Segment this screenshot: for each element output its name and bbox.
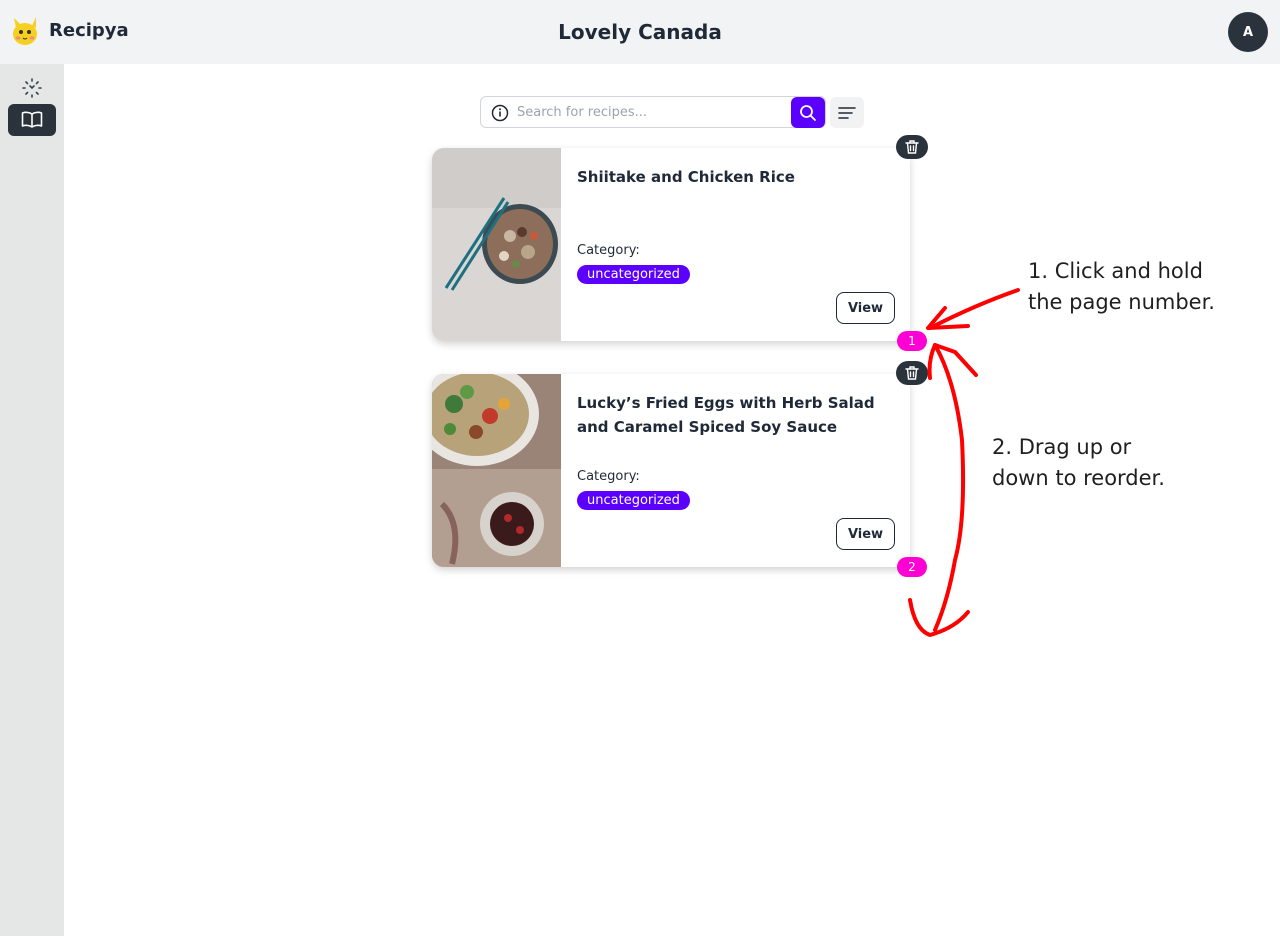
trash-icon	[905, 140, 919, 154]
category-label: Category:	[577, 469, 640, 484]
annotation-step2: 2. Drag up or down to reorder.	[992, 432, 1165, 494]
search-input[interactable]	[517, 101, 787, 123]
avatar-initial: A	[1242, 24, 1254, 40]
recipe-title[interactable]: Shiitake and Chicken Rice	[577, 165, 902, 189]
view-recipe-button[interactable]: View	[836, 518, 895, 550]
delete-recipe-button[interactable]	[896, 361, 928, 385]
sort-lines-icon	[838, 106, 856, 119]
recipe-image[interactable]	[432, 148, 561, 341]
annotation-step2-line2: down to reorder.	[992, 466, 1165, 490]
search-icon	[800, 104, 816, 121]
category-badge: uncategorized	[577, 265, 690, 284]
recipya-logo-icon[interactable]	[10, 14, 40, 48]
recipe-card: Lucky’s Fried Eggs with Herb Salad and C…	[432, 374, 910, 567]
view-button-label: View	[847, 300, 884, 316]
annotation-step1-line2: the page number.	[1028, 290, 1215, 314]
top-header: Recipya Lovely Canada A	[0, 0, 1280, 64]
category-badge: uncategorized	[577, 491, 690, 510]
page-number-value: 1	[908, 334, 916, 348]
sort-menu-button[interactable]	[830, 97, 864, 128]
arrow-head-bottom	[908, 598, 970, 637]
recipe-card: Shiitake and Chicken Rice Category: unca…	[432, 148, 910, 341]
info-icon[interactable]	[491, 104, 509, 122]
category-label: Category:	[577, 243, 640, 258]
recipe-title[interactable]: Lucky’s Fried Eggs with Herb Salad and C…	[577, 391, 902, 439]
page-number-value: 2	[908, 560, 916, 574]
arrow-head-top	[933, 343, 978, 377]
page-number-handle[interactable]: 2	[897, 557, 927, 577]
sidebar	[0, 64, 64, 936]
annotation-step1-line1: 1. Click and hold	[1028, 259, 1203, 283]
recipe-image[interactable]	[432, 374, 561, 567]
drag-curve	[927, 343, 966, 632]
search-button[interactable]	[791, 97, 825, 128]
trash-icon	[905, 366, 919, 380]
sidebar-item-recipes[interactable]	[8, 104, 56, 136]
annotation-step2-line1: 2. Drag up or	[992, 435, 1132, 459]
user-avatar-button[interactable]: A	[1228, 12, 1268, 52]
arrow-head-1	[926, 306, 970, 330]
annotation-step1: 1. Click and hold the page number.	[1028, 256, 1215, 318]
delete-recipe-button[interactable]	[896, 135, 928, 159]
search-bar	[480, 96, 826, 128]
sidebar-item-cookbooks[interactable]	[8, 72, 56, 104]
brand-name[interactable]: Recipya	[49, 20, 129, 41]
view-button-label: View	[847, 526, 884, 542]
scan-icon	[22, 78, 42, 98]
open-book-icon	[21, 111, 43, 128]
page-title: Lovely Canada	[558, 20, 722, 44]
page-number-handle[interactable]: 1	[897, 331, 927, 351]
view-recipe-button[interactable]: View	[836, 292, 895, 324]
arrow-to-page-number	[928, 288, 1020, 330]
